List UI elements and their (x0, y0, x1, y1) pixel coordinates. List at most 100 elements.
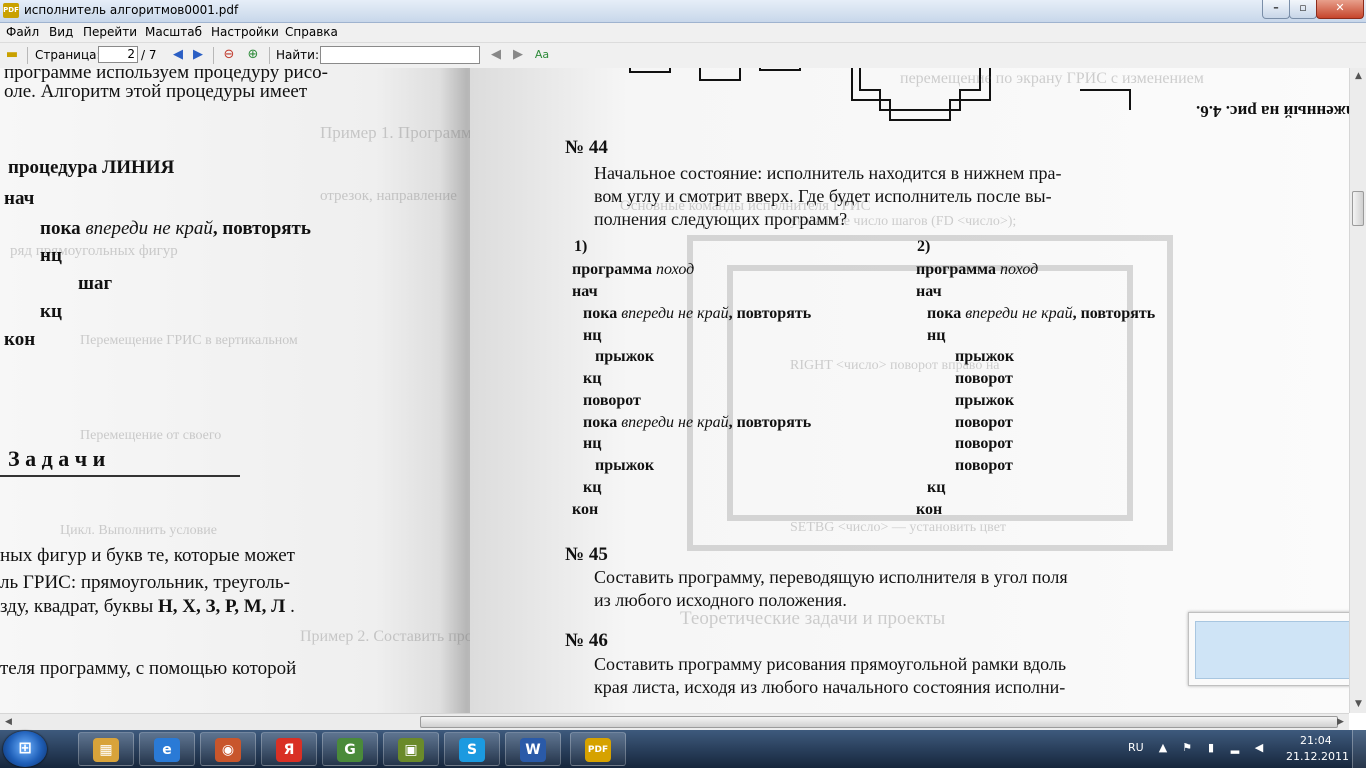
taskbar-app-network[interactable]: ▣ (383, 732, 439, 766)
language-indicator[interactable]: RU (1128, 741, 1144, 754)
program-1-line: прыжок (595, 348, 655, 365)
volume-icon[interactable]: ◀ (1252, 740, 1266, 756)
code-condition: впереди не край (621, 305, 729, 322)
taskbar-app-word[interactable]: W (505, 732, 561, 766)
vertical-scroll-thumb[interactable] (1352, 191, 1364, 226)
taskbar-app-skype[interactable]: S (444, 732, 500, 766)
window-title: исполнитель алгоритмов0001.pdf (24, 3, 239, 17)
flag-icon[interactable]: ⚑ (1180, 740, 1194, 756)
mirrored-header: Нарисовать орнамент, изображенный на рис… (1196, 102, 1349, 121)
horizontal-scroll-thumb[interactable] (420, 716, 1338, 728)
program-1-line: нач (572, 283, 598, 300)
program-1-line: кон (572, 501, 599, 518)
code-keyword: программа (916, 261, 1000, 278)
menu-file[interactable]: Файл (6, 25, 39, 39)
problem-number-46: № 46 (565, 630, 608, 651)
open-folder-icon[interactable]: ▬ (4, 47, 20, 63)
clock-date[interactable]: 21.12.2011 (1286, 750, 1349, 763)
program-2-line: прыжок (955, 392, 1015, 409)
taskbar-app-chrome[interactable]: G (322, 732, 378, 766)
taskbar-app-media[interactable]: ◉ (200, 732, 256, 766)
menu-zoom[interactable]: Масштаб (145, 25, 202, 39)
signal-icon[interactable]: ▂ (1228, 740, 1242, 756)
device-icon[interactable]: ▮ (1204, 740, 1218, 756)
prev-page-icon[interactable]: ◀ (170, 47, 186, 63)
zoom-in-icon[interactable]: ⊕ (245, 47, 261, 63)
bleed-through: SETBG <число> — установить цвет (790, 520, 1007, 535)
find-input[interactable] (320, 46, 480, 64)
program-name: поход (999, 261, 1039, 278)
code-line: шаг (78, 273, 113, 294)
find-label: Найти: (276, 48, 320, 62)
taskbar-app-pdf-viewer[interactable]: PDF (570, 732, 626, 766)
maximize-icon: ▫ (1299, 1, 1307, 14)
code-keyword: пока (583, 305, 622, 322)
problem-44-text: полнения следующих программ? (594, 209, 848, 229)
problem-46-text: края листа, исходя из любого начального … (594, 677, 1066, 697)
horizontal-scrollbar[interactable]: ◀ ▶ (0, 713, 1349, 730)
bleed-through: Цикл. Выполнить условие (60, 523, 217, 538)
program-1-label: 1) (574, 238, 588, 255)
left-page: Пример 1. Программа рисова отрезок, напр… (0, 68, 532, 713)
bleed-through: Перемещение от своего (80, 428, 222, 443)
code-keyword: , повторять (728, 414, 812, 431)
scroll-left-icon[interactable]: ◀ (0, 714, 17, 731)
taskbar-app-ie[interactable]: e (139, 732, 195, 766)
task-text-line: ль ГРИС: прямоугольник, треуголь- (0, 572, 290, 593)
code-line: нц (40, 245, 62, 266)
minimize-button[interactable]: – (1262, 0, 1290, 19)
code-condition: впереди не край (85, 218, 213, 239)
procedure-header: процедура ЛИНИЯ (8, 157, 175, 178)
code-keyword: пока (927, 305, 966, 322)
menu-view[interactable]: Вид (49, 25, 73, 39)
menu-help[interactable]: Справка (285, 25, 338, 39)
menu-bar: Файл Вид Перейти Масштаб Настройки Справ… (0, 23, 1366, 43)
problem-number-44: № 44 (565, 137, 608, 158)
program-2-line: пока впереди не край, повторять (927, 305, 1155, 323)
close-button[interactable]: ✕ (1316, 0, 1364, 19)
show-desktop-button[interactable] (1352, 730, 1366, 768)
vertical-scrollbar[interactable]: ▲ ▼ (1349, 68, 1366, 713)
windows-logo-icon: ⊞ (18, 738, 32, 757)
scroll-right-icon[interactable]: ▶ (1332, 714, 1349, 731)
close-icon: ✕ (1335, 1, 1345, 14)
start-button[interactable]: ⊞ (3, 731, 47, 767)
task-text: зду, квадрат, буквы (0, 596, 158, 617)
taskbar-app-explorer[interactable]: ▦ (78, 732, 134, 766)
problem-45-text: Составить программу, переводящую исполни… (594, 567, 1068, 587)
scroll-down-icon[interactable]: ▼ (1350, 696, 1366, 713)
zoom-out-icon[interactable]: ⊖ (221, 47, 237, 63)
program-2-line: кон (916, 501, 943, 518)
code-line: кц (40, 301, 62, 322)
explorer-icon: ▦ (93, 738, 119, 762)
clock-time[interactable]: 21:04 (1300, 734, 1332, 747)
program-2-line: программа поход (916, 261, 1038, 279)
scroll-up-icon[interactable]: ▲ (1350, 68, 1366, 85)
menu-goto[interactable]: Перейти (83, 25, 137, 39)
find-next-icon[interactable]: ▶ (510, 47, 526, 63)
match-case-icon[interactable]: Aa (534, 47, 550, 63)
bleed-through: отрезок, направление (320, 188, 457, 204)
find-prev-icon[interactable]: ◀ (488, 47, 504, 63)
next-page-icon[interactable]: ▶ (190, 47, 206, 63)
program-1-line: нц (583, 435, 602, 452)
maximize-button[interactable]: ▫ (1289, 0, 1317, 19)
left-text-line: оле. Алгоритм этой процедуры имеет (4, 81, 308, 102)
task-text-line: теля программу, с помощью которой (0, 658, 297, 679)
program-2-line: кц (927, 479, 946, 496)
popup-panel[interactable] (1188, 612, 1366, 686)
tray-expand-icon[interactable]: ▲ (1156, 740, 1170, 756)
page-number-input[interactable]: 2 (98, 46, 138, 63)
problem-number-45: № 45 (565, 544, 608, 565)
taskbar-app-yandex[interactable]: Я (261, 732, 317, 766)
toolbar-separator (27, 47, 28, 64)
ie-icon: e (154, 738, 180, 762)
problem-44-text: вом углу и смотрит вверх. Где будет испо… (594, 186, 1052, 206)
menu-settings[interactable]: Настройки (211, 25, 279, 39)
problem-44-text: Начальное состояние: исполнитель находит… (594, 163, 1062, 183)
program-2-line: нач (916, 283, 942, 300)
program-2-label: 2) (917, 238, 931, 255)
document-viewport[interactable]: Пример 1. Программа рисова отрезок, напр… (0, 68, 1349, 713)
code-line: нач (4, 188, 35, 209)
skype-icon: S (459, 738, 485, 762)
